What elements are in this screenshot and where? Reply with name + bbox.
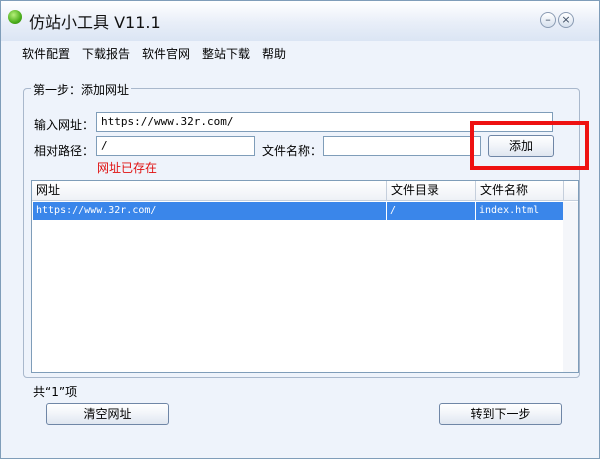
menu-help[interactable]: 帮助	[262, 45, 286, 62]
next-step-button[interactable]: 转到下一步	[439, 403, 562, 425]
menu-download-report[interactable]: 下载报告	[82, 45, 130, 62]
menu-bar: 软件配置 下载报告 软件官网 整站下载 帮助	[1, 45, 599, 63]
cell-filename: index.html	[479, 205, 540, 216]
window-title: 仿站小工具 V11.1	[29, 13, 161, 32]
list-scrollbar[interactable]	[563, 202, 578, 372]
minimize-icon: –	[545, 13, 551, 26]
column-filename[interactable]: 文件名称	[476, 181, 564, 201]
clear-urls-button[interactable]: 清空网址	[46, 403, 169, 425]
cell-url: https://www.32r.com/	[33, 202, 387, 220]
list-header: 网址 文件目录 文件名称	[32, 181, 578, 201]
path-label: 相对路径：	[34, 144, 95, 158]
url-label: 输入网址：	[34, 118, 95, 132]
column-url[interactable]: 网址	[32, 181, 387, 201]
error-message: 网址已存在	[97, 161, 158, 175]
highlight-box	[470, 121, 589, 170]
close-icon: ×	[561, 13, 571, 26]
step-title: 第一步：添加网址	[31, 81, 132, 98]
minimize-button[interactable]: –	[540, 12, 556, 28]
url-list[interactable]: 网址 文件目录 文件名称 https://www.32r.com/ / inde…	[31, 180, 579, 373]
close-button[interactable]: ×	[558, 12, 574, 28]
menu-software-config[interactable]: 软件配置	[22, 45, 70, 62]
item-count: 共“1”项	[33, 385, 78, 399]
menu-official-site[interactable]: 软件官网	[142, 45, 190, 62]
menu-site-download[interactable]: 整站下载	[202, 45, 250, 62]
title-bar[interactable]: 仿站小工具 V11.1 – ×	[1, 1, 599, 41]
column-directory[interactable]: 文件目录	[387, 181, 476, 201]
app-icon	[8, 10, 22, 24]
app-window: 仿站小工具 V11.1 – × 软件配置 下载报告 软件官网 整站下载 帮助 第…	[0, 0, 600, 459]
cell-directory: /	[387, 202, 476, 220]
filename-input[interactable]	[323, 136, 481, 156]
table-row[interactable]: https://www.32r.com/ / index.html	[33, 202, 563, 220]
path-input[interactable]: /	[96, 136, 255, 156]
filename-label: 文件名称：	[262, 144, 323, 158]
